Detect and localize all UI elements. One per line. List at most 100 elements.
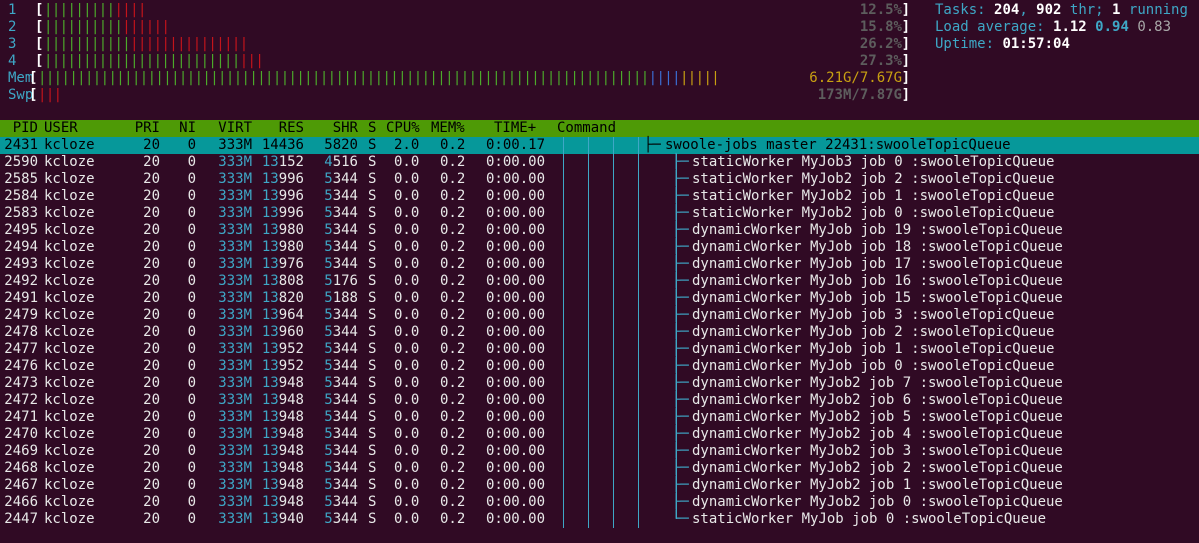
col-res[interactable]: RES xyxy=(258,120,304,137)
cell-pri: 20 xyxy=(143,494,160,510)
cell-res: 13976 xyxy=(261,256,304,272)
process-row[interactable]: 2494 kcloze 20 0 333M 13980 5344 S 0.0 0.2 0:00.00… xyxy=(0,239,1199,256)
cell-pid: 2479 xyxy=(4,307,38,323)
meter-close-bracket: ] xyxy=(901,19,910,35)
col-cpu[interactable]: CPU% xyxy=(386,120,420,137)
cell-user: kcloze xyxy=(44,443,95,459)
cell-ni: 0 xyxy=(187,358,196,374)
tree-branch: ├─ xyxy=(672,358,689,374)
cpu-meter-3: 3[|||||||||||||||||||||||||| 26.2%] xyxy=(0,36,910,53)
cell-ni: 0 xyxy=(187,409,196,425)
cell-cpu: 0.0 xyxy=(394,290,420,306)
cell-res: 13948 xyxy=(261,494,304,510)
cell-pid: 2431 xyxy=(4,137,38,153)
process-row[interactable]: 2477 kcloze 20 0 333M 13952 5344 S 0.0 0.2 0:00.00… xyxy=(0,341,1199,358)
process-row[interactable]: 2492 kcloze 20 0 333M 13808 5176 S 0.0 0.2 0:00.00… xyxy=(0,273,1199,290)
meter-bar-segment: ||||||||||||||||||||||||||||||||||||||||… xyxy=(38,70,649,86)
col-ni[interactable]: NI xyxy=(170,120,196,137)
cell-ni: 0 xyxy=(187,154,196,170)
process-row[interactable]: 2472 kcloze 20 0 333M 13948 5344 S 0.0 0.2 0:00.00… xyxy=(0,392,1199,409)
cell-res: 13948 xyxy=(261,426,304,442)
process-row[interactable]: 2471 kcloze 20 0 333M 13948 5344 S 0.0 0.2 0:00.00… xyxy=(0,409,1199,426)
cell-pid: 2477 xyxy=(4,341,38,357)
tree-guide-line xyxy=(613,137,614,528)
col-mem[interactable]: MEM% xyxy=(431,120,465,137)
cell-user: kcloze xyxy=(44,290,95,306)
cell-res: 14436 xyxy=(261,137,304,153)
cell-shr: 5344 xyxy=(324,307,358,323)
col-command[interactable]: Command xyxy=(557,120,616,137)
tree-branch: ├─ xyxy=(672,392,689,408)
cell-pri: 20 xyxy=(143,154,160,170)
cell-state: S xyxy=(368,494,377,510)
cell-cpu: 0.0 xyxy=(394,511,420,527)
process-row[interactable]: 2479 kcloze 20 0 333M 13964 5344 S 0.0 0.2 0:00.00… xyxy=(0,307,1199,324)
cell-shr: 5188 xyxy=(324,290,358,306)
meter-bar-segment: ||||||||| xyxy=(44,2,115,18)
cell-cpu: 0.0 xyxy=(394,324,420,340)
process-row[interactable]: 2467 kcloze 20 0 333M 13948 5344 S 0.0 0.2 0:00.00… xyxy=(0,477,1199,494)
cell-state: S xyxy=(368,290,377,306)
cell-res: 13964 xyxy=(261,307,304,323)
cell-cpu: 0.0 xyxy=(394,477,420,493)
cell-pri: 20 xyxy=(143,375,160,391)
process-row[interactable]: 2469 kcloze 20 0 333M 13948 5344 S 0.0 0.2 0:00.00… xyxy=(0,443,1199,460)
cell-command: dynamicWorker MyJob2 job 7 :swooleTopicQ… xyxy=(692,375,1063,391)
col-virt[interactable]: VIRT xyxy=(208,120,252,137)
cell-pri: 20 xyxy=(143,426,160,442)
cell-virt: 333M xyxy=(218,273,252,289)
cell-command: staticWorker MyJob2 job 2 :swooleTopicQu… xyxy=(692,171,1055,187)
meter-open-bracket: [ xyxy=(35,19,44,35)
cell-ni: 0 xyxy=(187,477,196,493)
cell-time: 0:00.00 xyxy=(486,273,546,289)
cell-pid: 2472 xyxy=(4,392,38,408)
col-time[interactable]: TIME+ xyxy=(494,120,536,137)
process-row[interactable]: 2585 kcloze 20 0 333M 13996 5344 S 0.0 0.2 0:00.00… xyxy=(0,171,1199,188)
cell-res: 13996 xyxy=(261,188,304,204)
cell-command: dynamicWorker MyJob job 18 :swooleTopicQ… xyxy=(692,239,1063,255)
meter-open-bracket: [ xyxy=(35,53,44,69)
meter-bars: ||| xyxy=(38,87,62,104)
process-row[interactable]: 2590 kcloze 20 0 333M 13152 4516 S 0.0 0.2 0:00.00… xyxy=(0,154,1199,171)
cell-pri: 20 xyxy=(143,137,160,153)
process-row[interactable]: 2493 kcloze 20 0 333M 13976 5344 S 0.0 0.2 0:00.00… xyxy=(0,256,1199,273)
process-row[interactable]: 2473 kcloze 20 0 333M 13948 5344 S 0.0 0.2 0:00.00… xyxy=(0,375,1199,392)
process-row[interactable]: 2431 kcloze 20 0 333M 14436 5820 S 2.0 0.2 0:00.17… xyxy=(0,137,1199,154)
cell-state: S xyxy=(368,460,377,476)
col-pid[interactable]: PID xyxy=(0,120,38,137)
cell-res: 13152 xyxy=(261,154,304,170)
col-user[interactable]: USER xyxy=(44,120,78,137)
col-shr[interactable]: SHR xyxy=(312,120,358,137)
process-row[interactable]: 2468 kcloze 20 0 333M 13948 5344 S 0.0 0.2 0:00.00… xyxy=(0,460,1199,477)
cell-time: 0:00.00 xyxy=(486,392,546,408)
meter-open-bracket: [ xyxy=(35,2,44,18)
column-header-row[interactable]: PID USER PRI NI VIRT RES SHR S CPU% MEM%… xyxy=(0,120,1199,137)
process-row[interactable]: 2584 kcloze 20 0 333M 13996 5344 S 0.0 0.2 0:00.00… xyxy=(0,188,1199,205)
cell-shr: 5344 xyxy=(324,188,358,204)
cell-state: S xyxy=(368,375,377,391)
cell-time: 0:00.00 xyxy=(486,205,546,221)
process-row[interactable]: 2476 kcloze 20 0 333M 13952 5344 S 0.0 0.2 0:00.00… xyxy=(0,358,1199,375)
meter-bars: |||||||||||||||||||||||||||| xyxy=(44,53,264,70)
process-row[interactable]: 2466 kcloze 20 0 333M 13948 5344 S 0.0 0.2 0:00.00… xyxy=(0,494,1199,511)
cell-state: S xyxy=(368,137,377,153)
process-row[interactable]: 2478 kcloze 20 0 333M 13960 5344 S 0.0 0.2 0:00.00… xyxy=(0,324,1199,341)
cell-command: staticWorker MyJob2 job 1 :swooleTopicQu… xyxy=(692,188,1055,204)
cell-cpu: 0.0 xyxy=(394,154,420,170)
cell-ni: 0 xyxy=(187,205,196,221)
tree-branch: ├─ xyxy=(672,205,689,221)
process-row[interactable]: 2491 kcloze 20 0 333M 13820 5188 S 0.0 0.2 0:00.00… xyxy=(0,290,1199,307)
process-row[interactable]: 2583 kcloze 20 0 333M 13996 5344 S 0.0 0.2 0:00.00… xyxy=(0,205,1199,222)
process-row[interactable]: 2447 kcloze 20 0 333M 13940 5344 S 0.0 0.2 0:00.00… xyxy=(0,511,1199,528)
cell-time: 0:00.00 xyxy=(486,443,546,459)
col-pri[interactable]: PRI xyxy=(126,120,160,137)
process-row[interactable]: 2495 kcloze 20 0 333M 13980 5344 S 0.0 0.2 0:00.00… xyxy=(0,222,1199,239)
process-row[interactable]: 2470 kcloze 20 0 333M 13948 5344 S 0.0 0.2 0:00.00… xyxy=(0,426,1199,443)
meter-label: 4 xyxy=(8,53,17,69)
cell-state: S xyxy=(368,511,377,527)
cell-shr: 5344 xyxy=(324,358,358,374)
cell-state: S xyxy=(368,171,377,187)
col-state[interactable]: S xyxy=(368,120,376,137)
cell-ni: 0 xyxy=(187,443,196,459)
cell-mem: 0.2 xyxy=(440,375,466,391)
